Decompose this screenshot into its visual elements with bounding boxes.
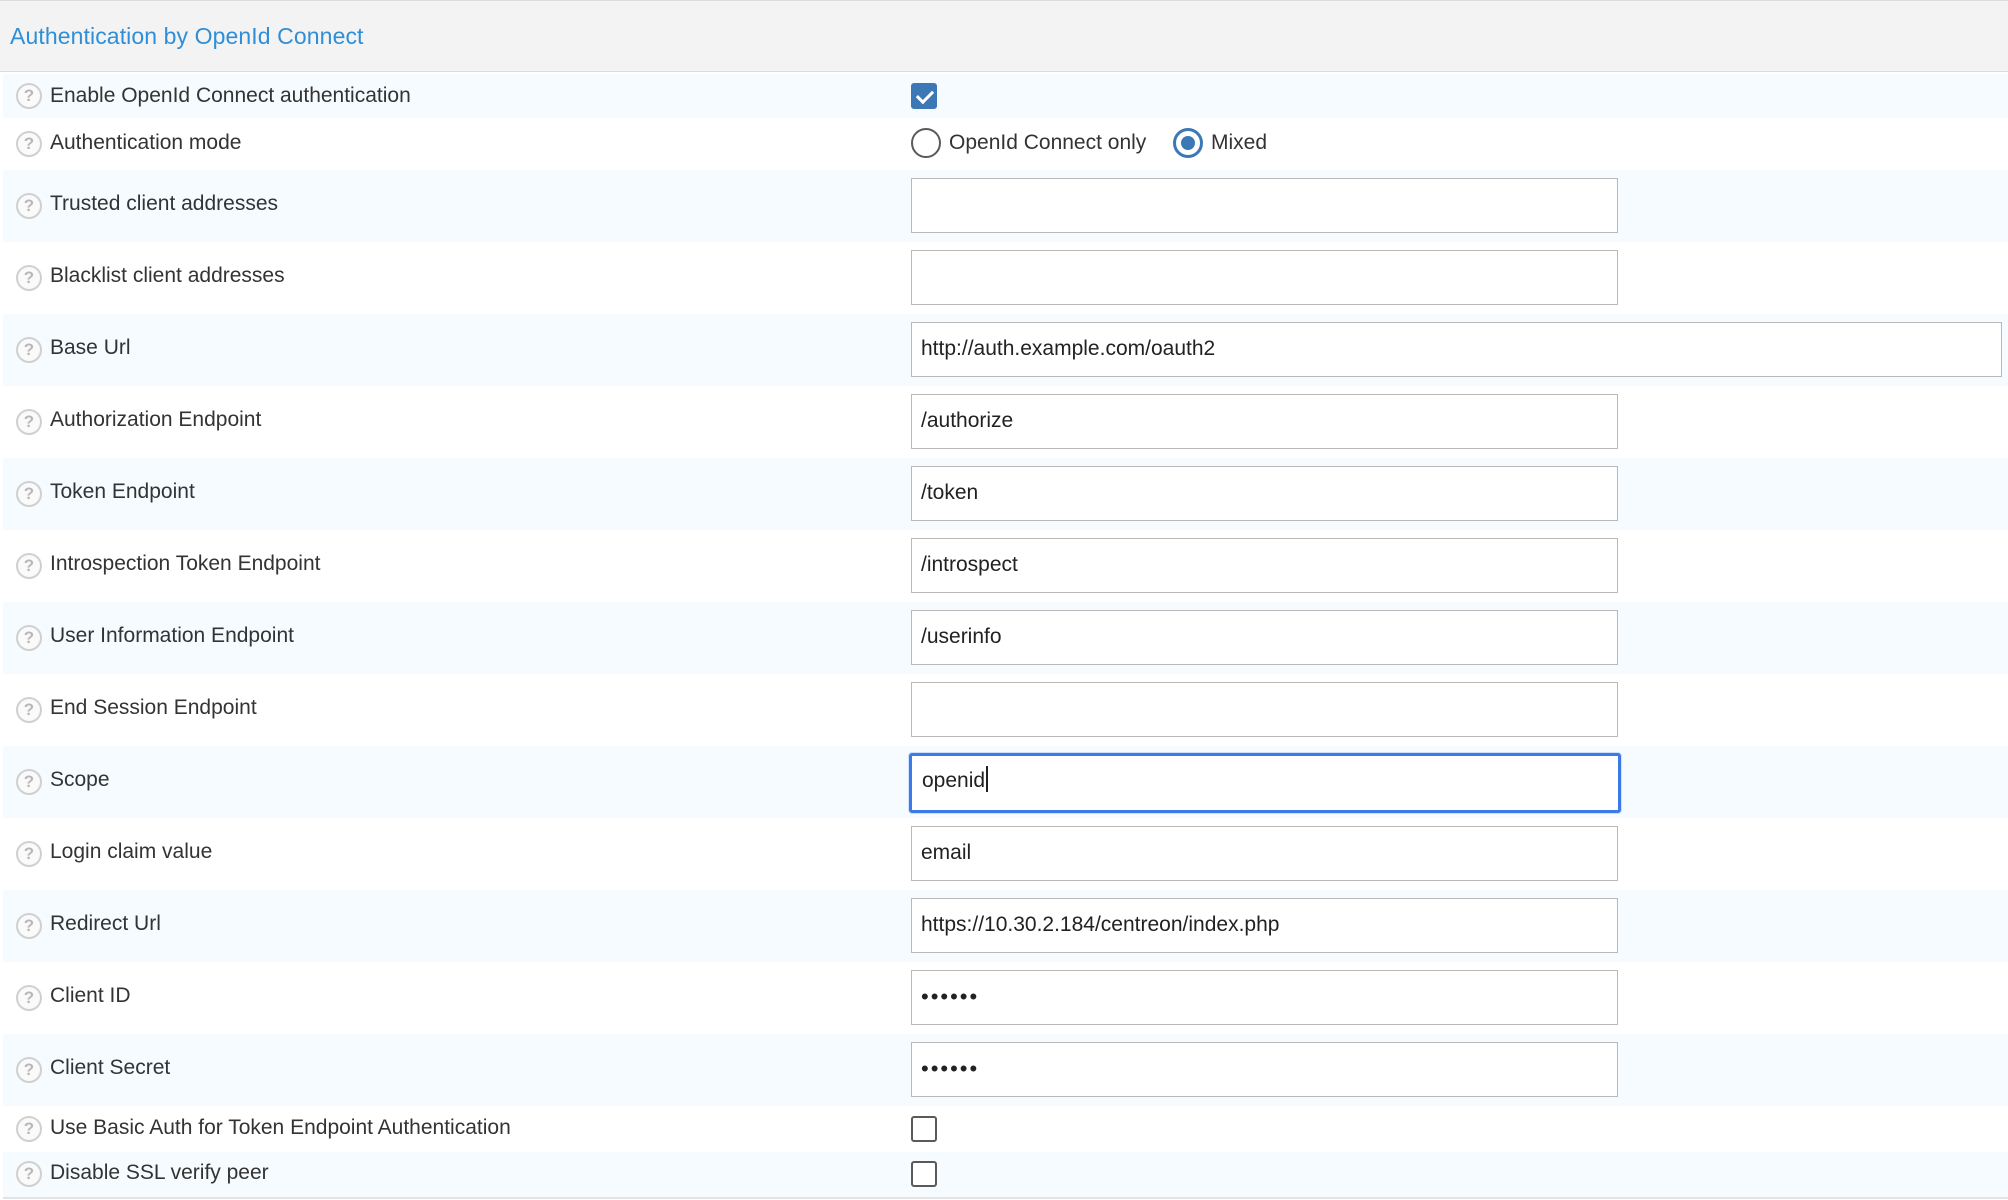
user-information-endpoint-input[interactable]: /userinfo	[911, 610, 1618, 665]
help-icon[interactable]: ?	[16, 1057, 42, 1083]
help-icon[interactable]: ?	[16, 625, 42, 651]
row-enable-openid: ? Enable OpenId Connect authentication	[3, 74, 2008, 118]
section-bottom-divider	[3, 1197, 2008, 1199]
client-id-masked-value: ••••••	[921, 984, 980, 1009]
end-session-endpoint-input[interactable]	[911, 682, 1618, 737]
row-end-session-endpoint: ? End Session Endpoint	[3, 674, 2008, 746]
row-trusted-client-addresses: ? Trusted client addresses	[3, 170, 2008, 242]
help-icon[interactable]: ?	[16, 697, 42, 723]
row-disable-ssl-verify-peer: ? Disable SSL verify peer	[3, 1152, 2008, 1197]
authorization-endpoint-input[interactable]: /authorize	[911, 394, 1618, 449]
disable-ssl-verify-peer-label: Disable SSL verify peer	[50, 1161, 269, 1184]
client-id-label: Client ID	[50, 984, 131, 1007]
help-icon[interactable]: ?	[16, 131, 42, 157]
row-use-basic-auth: ? Use Basic Auth for Token Endpoint Auth…	[3, 1106, 2008, 1152]
row-client-id: ? Client ID ••••••	[3, 962, 2008, 1034]
login-claim-value-input[interactable]: email	[911, 826, 1618, 881]
trusted-client-addresses-label: Trusted client addresses	[50, 192, 278, 215]
openid-only-radio[interactable]	[911, 128, 941, 158]
row-scope: ? Scope openid	[3, 746, 2008, 818]
blacklist-client-addresses-label: Blacklist client addresses	[50, 264, 285, 287]
client-secret-input[interactable]: ••••••	[911, 1042, 1618, 1097]
base-url-label: Base Url	[50, 336, 131, 359]
mixed-radio-label[interactable]: Mixed	[1211, 131, 1267, 155]
help-icon[interactable]: ?	[16, 553, 42, 579]
use-basic-auth-label: Use Basic Auth for Token Endpoint Authen…	[50, 1116, 511, 1139]
help-icon[interactable]: ?	[16, 193, 42, 219]
row-redirect-url: ? Redirect Url https://10.30.2.184/centr…	[3, 890, 2008, 962]
help-icon[interactable]: ?	[16, 913, 42, 939]
help-icon[interactable]: ?	[16, 841, 42, 867]
row-user-information-endpoint: ? User Information Endpoint /userinfo	[3, 602, 2008, 674]
help-icon[interactable]: ?	[16, 337, 42, 363]
row-token-endpoint: ? Token Endpoint /token	[3, 458, 2008, 530]
token-endpoint-label: Token Endpoint	[50, 480, 195, 503]
row-login-claim-value: ? Login claim value email	[3, 818, 2008, 890]
user-information-endpoint-label: User Information Endpoint	[50, 624, 294, 647]
row-introspection-token-endpoint: ? Introspection Token Endpoint /introspe…	[3, 530, 2008, 602]
redirect-url-label: Redirect Url	[50, 912, 161, 935]
trusted-client-addresses-input[interactable]	[911, 178, 1618, 233]
introspection-token-endpoint-input[interactable]: /introspect	[911, 538, 1618, 593]
authentication-mode-label: Authentication mode	[50, 131, 242, 154]
base-url-input[interactable]: http://auth.example.com/oauth2	[911, 322, 2002, 377]
help-icon[interactable]: ?	[16, 1161, 42, 1187]
client-secret-label: Client Secret	[50, 1056, 171, 1079]
blacklist-client-addresses-input[interactable]	[911, 250, 1618, 305]
redirect-url-input[interactable]: https://10.30.2.184/centreon/index.php	[911, 898, 1618, 953]
row-authorization-endpoint: ? Authorization Endpoint /authorize	[3, 386, 2008, 458]
enable-openid-checkbox[interactable]	[911, 83, 937, 109]
scope-input-value: openid	[922, 769, 986, 792]
help-icon[interactable]: ?	[16, 409, 42, 435]
help-icon[interactable]: ?	[16, 985, 42, 1011]
section-header: Authentication by OpenId Connect	[0, 0, 2008, 72]
client-secret-masked-value: ••••••	[921, 1056, 980, 1081]
mixed-radio[interactable]	[1173, 128, 1203, 158]
help-icon[interactable]: ?	[16, 265, 42, 291]
help-icon[interactable]: ?	[16, 83, 42, 109]
client-id-input[interactable]: ••••••	[911, 970, 1618, 1025]
row-authentication-mode: ? Authentication mode OpenId Connect onl…	[3, 118, 2008, 170]
openid-connect-form: Authentication by OpenId Connect ? Enabl…	[0, 0, 2008, 1200]
end-session-endpoint-label: End Session Endpoint	[50, 696, 257, 719]
token-endpoint-input[interactable]: /token	[911, 466, 1618, 521]
scope-input[interactable]: openid	[909, 753, 1621, 813]
help-icon[interactable]: ?	[16, 481, 42, 507]
introspection-token-endpoint-label: Introspection Token Endpoint	[50, 552, 321, 575]
row-blacklist-client-addresses: ? Blacklist client addresses	[3, 242, 2008, 314]
enable-openid-label: Enable OpenId Connect authentication	[50, 84, 411, 107]
login-claim-value-label: Login claim value	[50, 840, 213, 863]
help-icon[interactable]: ?	[16, 769, 42, 795]
authorization-endpoint-label: Authorization Endpoint	[50, 408, 262, 431]
help-icon[interactable]: ?	[16, 1116, 42, 1142]
openid-only-radio-label[interactable]: OpenId Connect only	[949, 131, 1146, 155]
scope-label: Scope	[50, 768, 110, 791]
text-cursor	[986, 766, 989, 793]
section-title: Authentication by OpenId Connect	[10, 23, 364, 49]
disable-ssl-verify-peer-checkbox[interactable]	[911, 1161, 937, 1187]
row-client-secret: ? Client Secret ••••••	[3, 1034, 2008, 1106]
authentication-mode-radio-group: OpenId Connect only Mixed	[911, 128, 1311, 158]
use-basic-auth-checkbox[interactable]	[911, 1116, 937, 1142]
row-base-url: ? Base Url http://auth.example.com/oauth…	[3, 314, 2008, 386]
